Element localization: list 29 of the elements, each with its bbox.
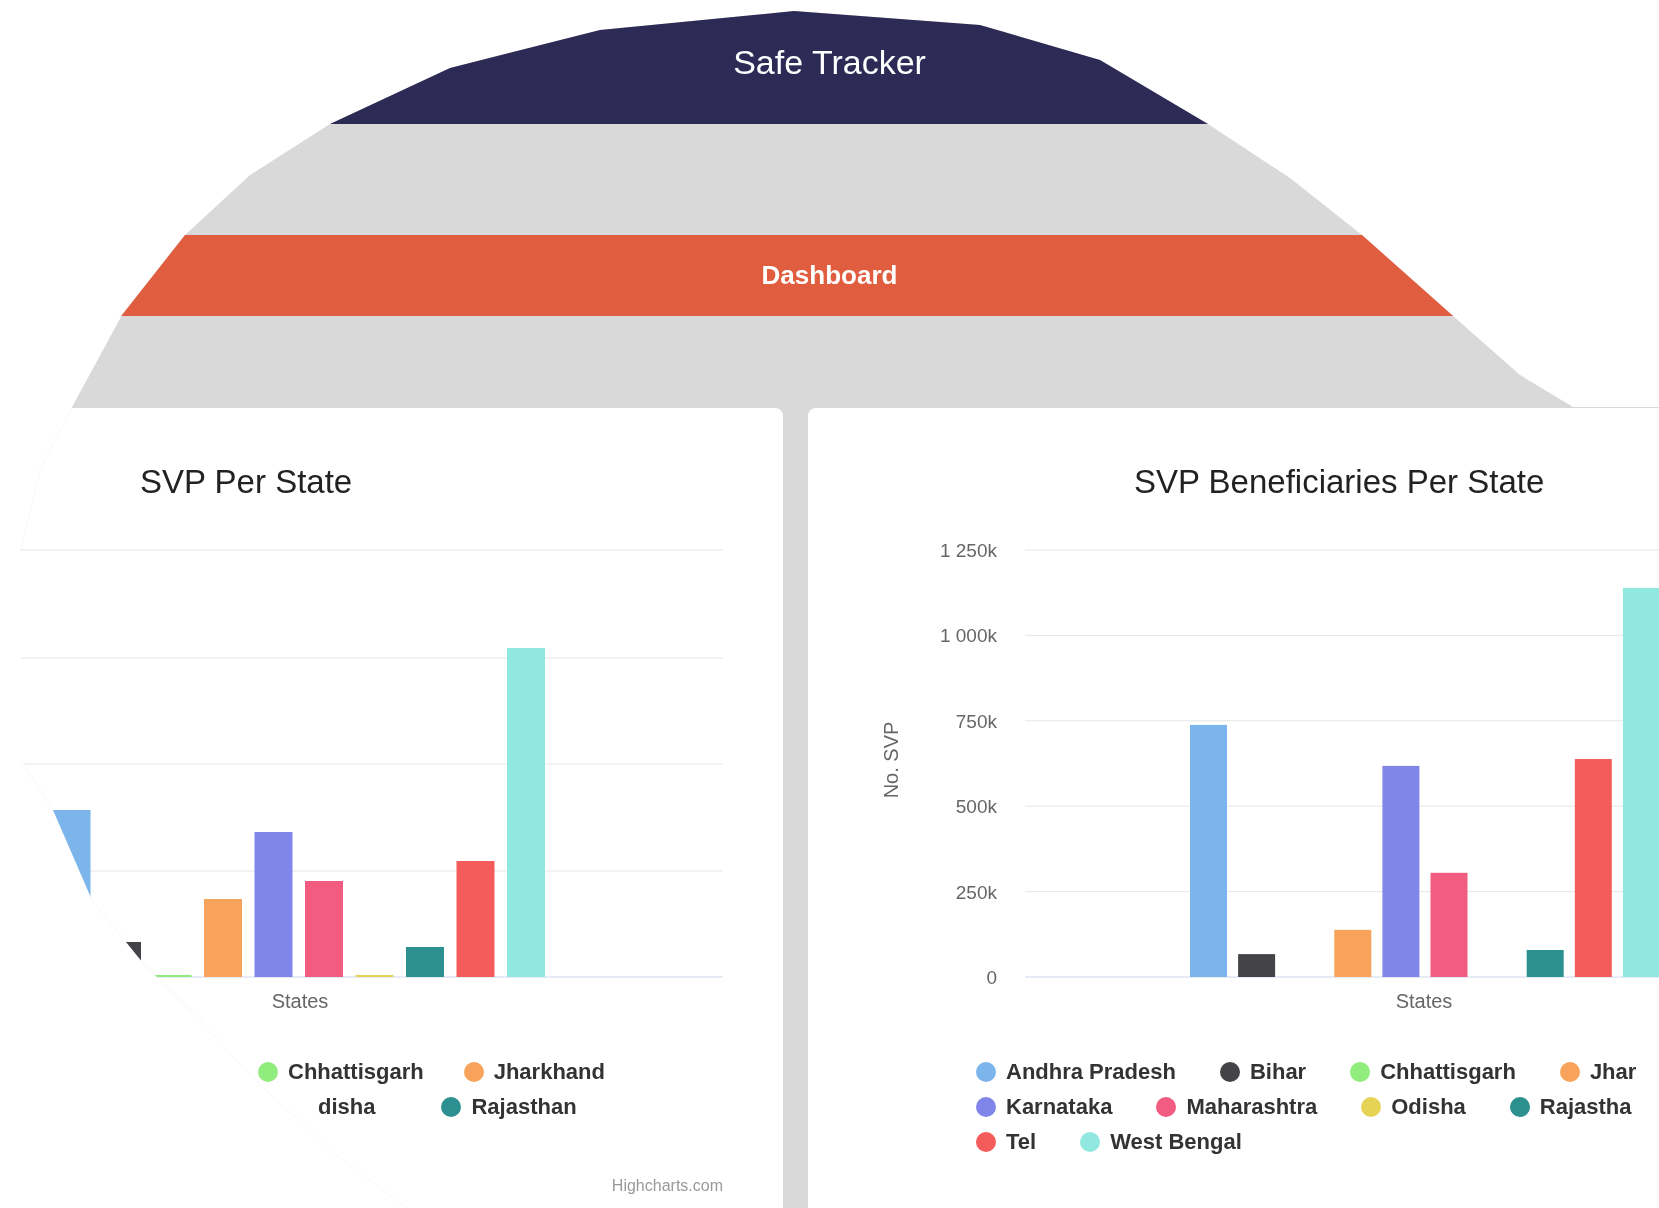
axis-tick-label: 250k <box>955 881 997 903</box>
app-title: Safe Tracker <box>733 41 926 83</box>
legend-label: Tel <box>1006 1128 1037 1156</box>
legend-label: Jhar <box>1589 1058 1637 1086</box>
axis-title: No. SVP <box>880 721 902 799</box>
legend-label: Karnataka <box>1006 1093 1113 1121</box>
legend-label: West Bengal <box>1110 1128 1242 1156</box>
axis-title: States <box>1395 990 1453 1012</box>
dashboard-link[interactable]: Dashboard <box>761 256 898 295</box>
axis-title: States <box>271 990 329 1012</box>
bar <box>406 947 444 977</box>
legend-label: Odisha <box>1391 1093 1466 1121</box>
credits-link[interactable]: Highcharts.com <box>611 1174 723 1198</box>
legend-label: disha <box>318 1093 376 1121</box>
axis-tick-label: 0 <box>986 967 997 988</box>
legend-label: Rajastha <box>1539 1093 1632 1121</box>
legend-label: Chhattisgarh <box>288 1058 424 1086</box>
legend-label: Jharkhand <box>493 1058 605 1086</box>
legend-label: Bihar <box>1249 1058 1307 1086</box>
legend-label: Chhattisgarh <box>1380 1058 1516 1086</box>
axis-tick-label: 1 250k <box>939 540 997 561</box>
axis-tick-label: 1 000k <box>939 625 997 647</box>
axis-tick-label: 500k <box>955 796 997 818</box>
legend-label: Rajasthan <box>471 1093 577 1121</box>
legend-label: Andhra Pradesh <box>1006 1058 1176 1086</box>
axis-tick-label: 750k <box>955 710 997 732</box>
chart-title: SVP Per State <box>139 462 354 502</box>
legend-label: Maharashtra <box>1186 1093 1318 1121</box>
chart-title: SVP Beneficiaries Per State <box>1133 462 1546 502</box>
